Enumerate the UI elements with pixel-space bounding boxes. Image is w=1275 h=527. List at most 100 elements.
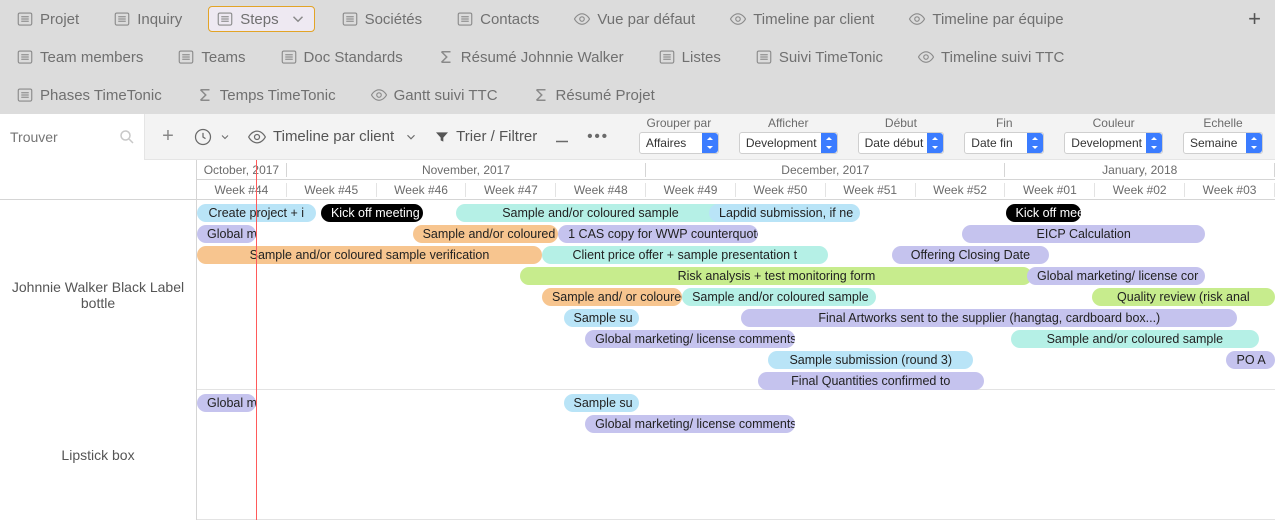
gantt-bar[interactable]: Offering Closing Date xyxy=(892,246,1048,264)
month-header: November, 2017 xyxy=(287,163,646,177)
tab-contacts[interactable]: Contacts xyxy=(448,6,547,32)
tab-steps[interactable]: Steps xyxy=(208,6,314,32)
week-header: Week #02 xyxy=(1095,183,1185,197)
select-value: Semaine xyxy=(1190,136,1237,150)
gantt-bar[interactable]: Client price offer + sample presentation… xyxy=(542,246,828,264)
chevron-down-icon xyxy=(289,10,307,28)
tab-label: Résumé Johnnie Walker xyxy=(461,49,624,66)
tab-projet[interactable]: Projet xyxy=(8,6,87,32)
select-echelle[interactable]: Semaine xyxy=(1183,132,1263,154)
tab-gantt-suivi-ttc[interactable]: Gantt suivi TTC xyxy=(362,82,506,108)
add-view-button[interactable]: + xyxy=(1242,6,1267,32)
gantt-bar[interactable]: Sample submission (round 3) xyxy=(768,351,973,369)
time-picker-button[interactable] xyxy=(193,127,231,147)
tab-r-sum-projet[interactable]: Résumé Projet xyxy=(524,82,663,108)
select-arrow-icon xyxy=(1246,133,1262,153)
gantt-bar[interactable]: Global ma xyxy=(197,394,256,412)
gantt-bar[interactable]: Sample su xyxy=(564,309,639,327)
sigma-icon xyxy=(437,48,455,66)
eye-icon xyxy=(908,10,926,28)
gantt-bar[interactable]: Quality review (risk anal xyxy=(1092,288,1275,306)
tab-inquiry[interactable]: Inquiry xyxy=(105,6,190,32)
tab-soci-t-s[interactable]: Sociétés xyxy=(333,6,431,32)
tab-label: Gantt suivi TTC xyxy=(394,87,498,104)
gantt-bar[interactable]: Sample and/or coloured xyxy=(413,225,559,243)
tab-label: Doc Standards xyxy=(304,49,403,66)
tab-label: Steps xyxy=(240,11,278,28)
tab-timeline-suivi-ttc[interactable]: Timeline suivi TTC xyxy=(909,44,1072,70)
tab-suivi-timetonic[interactable]: Suivi TimeTonic xyxy=(747,44,891,70)
lane-body[interactable]: Create project + iKick off meetingSample… xyxy=(197,200,1275,390)
tab-label: Suivi TimeTonic xyxy=(779,49,883,66)
tab-label: Inquiry xyxy=(137,11,182,28)
gantt-bar[interactable]: PO A xyxy=(1226,351,1275,369)
gantt-bar[interactable]: Risk analysis + test monitoring form xyxy=(520,267,1032,285)
gantt-bar[interactable]: Global marketing/ license comments xyxy=(585,415,795,433)
select-grouper-par[interactable]: Affaires xyxy=(639,132,719,154)
select-arrow-icon xyxy=(1027,133,1043,153)
select-d-but[interactable]: Date début xyxy=(858,132,945,154)
tab-timeline-par-quipe[interactable]: Timeline par équipe xyxy=(900,6,1071,32)
gantt-bar[interactable]: Sample and/ or coloured san xyxy=(542,288,682,306)
select-arrow-icon xyxy=(1146,133,1162,153)
tab-team-members[interactable]: Team members xyxy=(8,44,151,70)
gantt-bar[interactable]: Sample and/or coloured sample xyxy=(456,204,726,222)
search-icon xyxy=(118,128,136,146)
view-selector[interactable]: Timeline par client xyxy=(247,127,418,147)
tab-teams[interactable]: Teams xyxy=(169,44,253,70)
gantt-bar[interactable]: EICP Calculation xyxy=(962,225,1205,243)
week-header: Week #47 xyxy=(466,183,556,197)
gantt-bar[interactable]: Sample and/or coloured sample xyxy=(1011,330,1259,348)
gantt-bar[interactable]: Global marketing/ license comments xyxy=(585,330,795,348)
tab-label: Vue par défaut xyxy=(597,11,695,28)
week-header: Week #52 xyxy=(916,183,1006,197)
week-header: Week #03 xyxy=(1185,183,1275,197)
tab-label: Timeline suivi TTC xyxy=(941,49,1064,66)
select-fin[interactable]: Date fin xyxy=(964,132,1044,154)
select-arrow-icon xyxy=(702,133,718,153)
list-icon xyxy=(177,48,195,66)
list-icon xyxy=(755,48,773,66)
lane-body[interactable]: Global ma Sample su Global marketing/ lice… xyxy=(197,390,1275,520)
view-selector-label: Timeline par client xyxy=(273,128,394,145)
more-menu-button[interactable]: ••• xyxy=(587,128,609,145)
week-header: Week #48 xyxy=(556,183,646,197)
sort-filter-button[interactable]: Trier / Filtrer xyxy=(434,128,537,145)
sigma-icon xyxy=(196,86,214,104)
gantt-bar[interactable]: Lapdid submission, if ne xyxy=(709,204,860,222)
month-header: October, 2017 xyxy=(197,163,287,177)
tab-label: Team members xyxy=(40,49,143,66)
gantt-bar[interactable]: Sample su xyxy=(564,394,639,412)
gantt-bar[interactable]: Final Artworks sent to the supplier (han… xyxy=(741,309,1237,327)
gantt-bar[interactable]: Kick off mee xyxy=(1006,204,1081,222)
download-button[interactable] xyxy=(553,128,571,146)
select-couleur[interactable]: Development xyxy=(1064,132,1163,154)
tab-vue-par-d-faut[interactable]: Vue par défaut xyxy=(565,6,703,32)
gantt-bar[interactable]: Sample and/or coloured sample verificati… xyxy=(197,246,542,264)
tab-label: Résumé Projet xyxy=(556,87,655,104)
gantt-bar[interactable]: Kick off meeting xyxy=(321,204,423,222)
eye-icon xyxy=(370,86,388,104)
lane-label[interactable]: Johnnie Walker Black Label bottle xyxy=(0,200,197,390)
gantt-bar[interactable]: Global ma xyxy=(197,225,256,243)
lane-label[interactable]: Lipstick box xyxy=(0,390,197,520)
select-afficher[interactable]: Development xyxy=(739,132,838,154)
gantt-bar[interactable]: Global marketing/ license cor xyxy=(1027,267,1205,285)
tab-doc-standards[interactable]: Doc Standards xyxy=(272,44,411,70)
tab-timeline-par-client[interactable]: Timeline par client xyxy=(721,6,882,32)
search-box[interactable] xyxy=(0,114,145,160)
gantt-bar[interactable]: 1 CAS copy for WWP counterquote xyxy=(558,225,757,243)
eye-icon xyxy=(917,48,935,66)
tab-label: Listes xyxy=(682,49,721,66)
tab-r-sum-johnnie-walker[interactable]: Résumé Johnnie Walker xyxy=(429,44,632,70)
tab-temps-timetonic[interactable]: Temps TimeTonic xyxy=(188,82,344,108)
gantt-bar[interactable]: Final Quantities confirmed to xyxy=(758,372,984,390)
tab-phases-timetonic[interactable]: Phases TimeTonic xyxy=(8,82,170,108)
week-header: Week #01 xyxy=(1005,183,1095,197)
tab-listes[interactable]: Listes xyxy=(650,44,729,70)
sigma-icon xyxy=(532,86,550,104)
add-record-button[interactable]: + xyxy=(159,128,177,146)
gantt-bar[interactable]: Sample and/or coloured sample xyxy=(682,288,876,306)
search-input[interactable] xyxy=(8,128,118,146)
today-marker xyxy=(256,160,257,520)
